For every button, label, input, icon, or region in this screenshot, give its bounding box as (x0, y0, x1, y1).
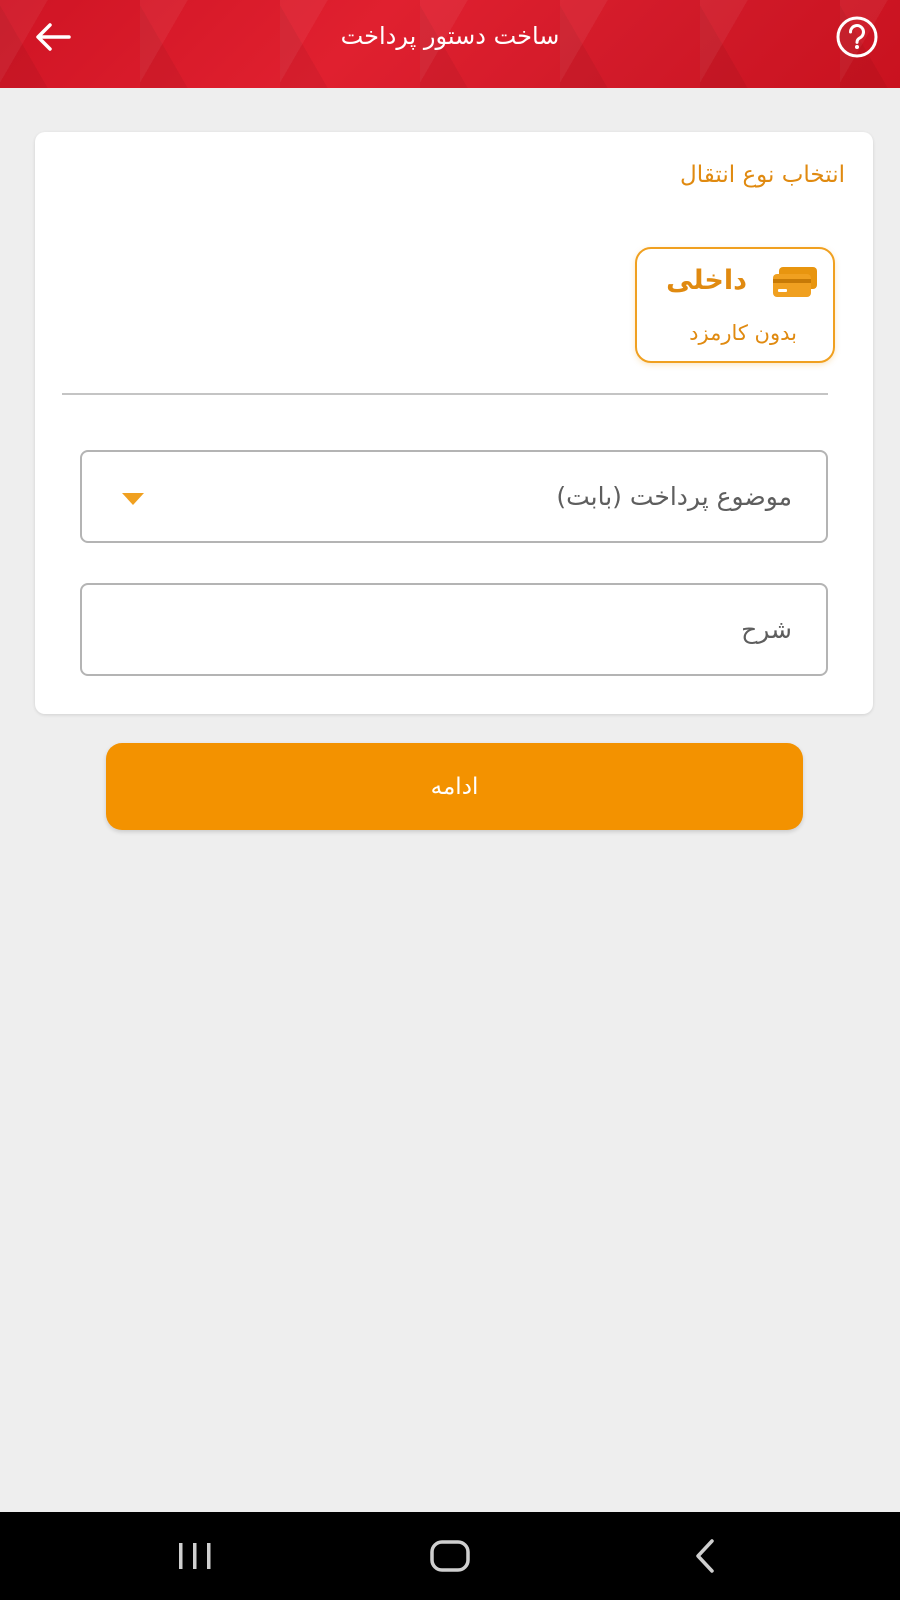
nav-back-button[interactable] (660, 1512, 750, 1600)
continue-button[interactable]: ادامه (106, 743, 803, 830)
nav-back-icon (696, 1539, 714, 1573)
dropdown-caret-icon (122, 493, 144, 505)
credit-card-icon (773, 267, 817, 297)
transfer-type-title: انتخاب نوع انتقال (680, 162, 845, 188)
transfer-card: انتخاب نوع انتقال داخلی بدون کارمزد موضو… (35, 132, 873, 714)
divider (62, 393, 828, 395)
home-icon (430, 1540, 470, 1572)
description-field[interactable]: شرح (80, 583, 828, 676)
help-button[interactable] (834, 14, 880, 60)
recents-icon (179, 1543, 211, 1569)
page-title: ساخت دستور پرداخت (340, 22, 560, 50)
app-header: ساخت دستور پرداخت (0, 0, 900, 88)
transfer-option-internal[interactable]: داخلی بدون کارمزد (635, 247, 835, 363)
payment-subject-placeholder: موضوع پرداخت (بابت) (556, 482, 792, 511)
system-nav-bar (0, 1512, 900, 1600)
transfer-option-label: داخلی (666, 265, 747, 296)
help-circle-icon (836, 16, 878, 58)
home-button[interactable] (405, 1512, 495, 1600)
description-placeholder: شرح (741, 615, 792, 644)
payment-subject-dropdown[interactable]: موضوع پرداخت (بابت) (80, 450, 828, 543)
recents-button[interactable] (150, 1512, 240, 1600)
transfer-option-sub-label: بدون کارمزد (689, 321, 797, 345)
